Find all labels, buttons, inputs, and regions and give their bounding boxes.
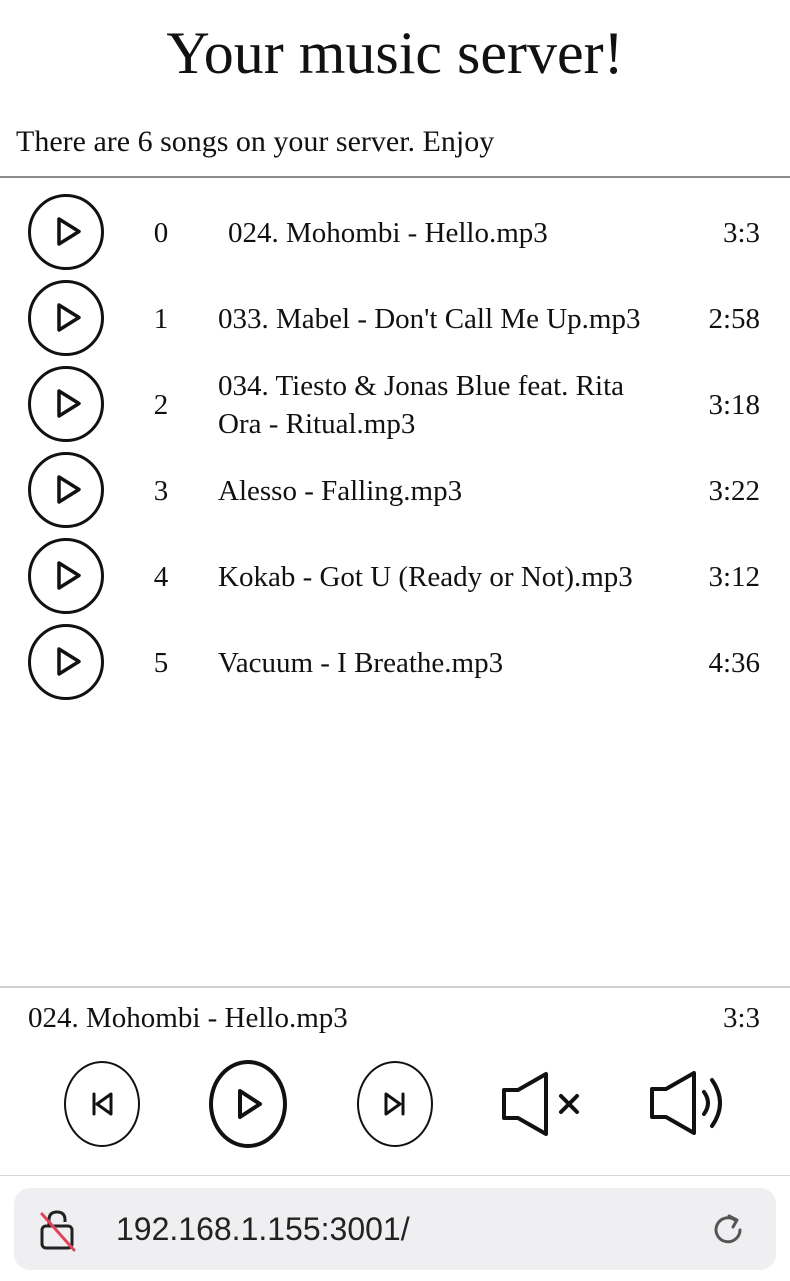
browser-toolbar: 192.168.1.155:3001/	[0, 1175, 790, 1281]
play-icon	[238, 1089, 262, 1119]
song-name[interactable]: Kokab - Got U (Ready or Not).mp3	[218, 534, 668, 620]
play-song-button[interactable]	[28, 452, 104, 528]
song-duration: 3:12	[708, 560, 760, 593]
song-duration: 3:18	[708, 388, 760, 421]
song-row: 3 Alesso - Falling.mp3 3:22	[0, 448, 790, 534]
song-name-text: Vacuum - I Breathe.mp3	[218, 647, 504, 679]
song-index: 1	[153, 302, 169, 335]
song-count-summary: There are 6 songs on your server. Enjoy	[16, 125, 495, 158]
song-index: 0	[153, 216, 169, 249]
song-duration: 3:3	[722, 216, 760, 249]
play-icon	[57, 561, 81, 590]
song-name-text: Kokab - Got U (Ready or Not).mp3	[218, 561, 633, 593]
song-name[interactable]: 024. Mohombi - Hello.mp3	[218, 190, 668, 276]
volume-button[interactable]	[648, 1068, 732, 1138]
song-name-text: 024. Mohombi - Hello.mp3	[228, 217, 548, 249]
song-name-text: Alesso - Falling.mp3	[218, 475, 463, 507]
song-row: 2 034. Tiesto & Jonas Blue feat. Rita Or…	[0, 362, 790, 448]
address-bar[interactable]: 192.168.1.155:3001/	[14, 1188, 776, 1270]
song-duration: 3:22	[708, 474, 760, 507]
play-song-button[interactable]	[28, 366, 104, 442]
song-name-text: 034. Tiesto & Jonas Blue feat. Rita Ora …	[218, 370, 624, 440]
next-track-button[interactable]	[357, 1061, 433, 1147]
song-name[interactable]: 033. Mabel - Don't Call Me Up.mp3	[218, 276, 668, 362]
play-song-button[interactable]	[28, 194, 104, 270]
play-icon	[57, 217, 81, 246]
url-text: 192.168.1.155:3001/	[116, 1210, 410, 1247]
volume-icon	[650, 1071, 722, 1135]
song-name[interactable]: Vacuum - I Breathe.mp3	[218, 620, 668, 706]
main-play-button[interactable]	[209, 1060, 287, 1148]
song-duration: 4:36	[708, 646, 760, 679]
song-index: 5	[153, 646, 169, 679]
previous-track-button[interactable]	[64, 1061, 140, 1147]
song-list: 0 024. Mohombi - Hello.mp3 3:3 1 033. Ma…	[0, 190, 790, 706]
song-index: 4	[153, 560, 169, 593]
play-song-button[interactable]	[28, 538, 104, 614]
song-index: 3	[153, 474, 169, 507]
play-song-button[interactable]	[28, 280, 104, 356]
play-icon	[57, 647, 81, 676]
now-playing-duration: 3:3	[722, 1002, 760, 1034]
mute-icon	[502, 1072, 579, 1136]
reload-icon[interactable]	[708, 1210, 748, 1250]
page-title: Your music server!	[166, 20, 624, 86]
divider	[0, 176, 790, 178]
next-icon	[384, 1092, 405, 1116]
player-divider	[0, 986, 790, 988]
song-name-text: 033. Mabel - Don't Call Me Up.mp3	[218, 303, 641, 335]
song-row: 1 033. Mabel - Don't Call Me Up.mp3 2:58	[0, 276, 790, 362]
insecure-lock-icon	[40, 1210, 76, 1252]
play-icon	[57, 303, 81, 332]
song-row: 5 Vacuum - I Breathe.mp3 4:36	[0, 620, 790, 706]
play-song-button[interactable]	[28, 624, 104, 700]
song-row: 4 Kokab - Got U (Ready or Not).mp3 3:12	[0, 534, 790, 620]
song-name[interactable]: 034. Tiesto & Jonas Blue feat. Rita Ora …	[218, 362, 668, 448]
song-row: 0 024. Mohombi - Hello.mp3 3:3	[0, 190, 790, 276]
song-index: 2	[153, 388, 169, 421]
song-duration: 2:58	[708, 302, 760, 335]
previous-icon	[92, 1092, 113, 1116]
song-name[interactable]: Alesso - Falling.mp3	[218, 448, 668, 534]
play-icon	[57, 389, 81, 418]
now-playing-title: 024. Mohombi - Hello.mp3	[28, 1002, 348, 1034]
play-icon	[57, 475, 81, 504]
mute-button[interactable]	[500, 1070, 584, 1138]
